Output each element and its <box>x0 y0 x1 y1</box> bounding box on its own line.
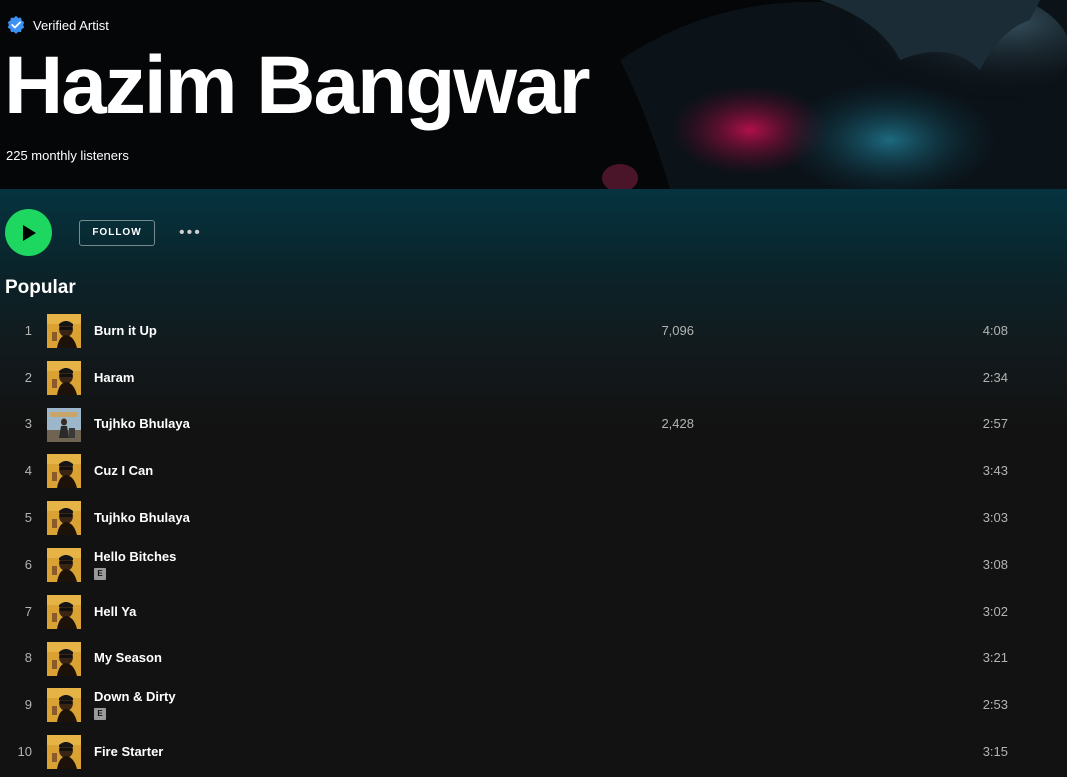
track-title[interactable]: Burn it Up <box>94 323 157 338</box>
track-title-wrap: Tujhko Bhulaya <box>94 401 190 448</box>
track-title[interactable]: Cuz I Can <box>94 463 153 478</box>
monthly-listeners: 225 monthly listeners <box>6 148 129 163</box>
follow-button[interactable]: FOLLOW <box>79 219 155 246</box>
track-duration: 3:08 <box>982 556 1008 572</box>
track-duration: 3:43 <box>982 463 1008 479</box>
track-play-count <box>600 635 694 682</box>
verified-artist-label: Verified Artist <box>33 17 109 33</box>
artist-content: FOLLOW ••• Popular 1 Burn it Up 7,096 4:… <box>0 189 1067 777</box>
track-duration: 4:08 <box>982 322 1008 338</box>
track-title[interactable]: Hello Bitches <box>94 549 176 564</box>
track-album-art <box>47 688 81 723</box>
track-number: 9 <box>24 697 32 713</box>
popular-section-title: Popular <box>5 277 76 298</box>
play-button[interactable] <box>5 209 52 256</box>
track-row[interactable]: 10 Fire Starter 3:15 <box>0 728 1067 775</box>
track-title-wrap: Haram <box>94 354 134 401</box>
track-play-count <box>600 447 694 494</box>
artist-banner-image <box>560 0 1067 189</box>
track-album-art <box>47 735 81 770</box>
track-duration: 3:21 <box>982 650 1008 666</box>
track-album-art <box>47 641 81 676</box>
track-title-wrap: Fire Starter <box>94 728 163 775</box>
more-options-button[interactable]: ••• <box>175 224 206 242</box>
track-play-count <box>600 541 694 588</box>
track-title-wrap: Burn it Up <box>94 307 157 354</box>
track-number: 3 <box>24 416 32 432</box>
play-icon <box>22 224 36 241</box>
action-bar: FOLLOW ••• <box>5 209 206 256</box>
track-number: 6 <box>24 556 32 572</box>
track-title[interactable]: Haram <box>94 370 134 385</box>
track-play-count <box>600 728 694 775</box>
explicit-badge: E <box>94 708 106 721</box>
track-duration: 3:15 <box>982 744 1008 760</box>
track-play-count <box>600 681 694 728</box>
track-number: 5 <box>24 510 32 526</box>
track-album-art <box>47 594 81 629</box>
track-title[interactable]: Tujhko Bhulaya <box>94 510 190 525</box>
track-album-art <box>47 407 81 442</box>
track-play-count <box>600 354 694 401</box>
track-row[interactable]: 3 Tujhko Bhulaya 2,428 2:57 <box>0 401 1067 448</box>
track-row[interactable]: 5 Tujhko Bhulaya 3:03 <box>0 494 1067 541</box>
track-play-count <box>600 588 694 635</box>
track-number: 7 <box>24 603 32 619</box>
track-album-art <box>47 454 81 489</box>
track-row[interactable]: 6 Hello Bitches E 3:08 <box>0 541 1067 588</box>
track-album-art <box>47 314 81 348</box>
track-title-wrap: Down & Dirty E <box>94 681 176 728</box>
track-row[interactable]: 9 Down & Dirty E 2:53 <box>0 681 1067 728</box>
track-title[interactable]: Down & Dirty <box>94 689 176 704</box>
artist-header: Verified Artist Hazim Bangwar 225 monthl… <box>0 0 1067 189</box>
track-number: 1 <box>24 322 32 338</box>
track-row[interactable]: 1 Burn it Up 7,096 4:08 <box>0 307 1067 354</box>
track-row[interactable]: 2 Haram 2:34 <box>0 354 1067 401</box>
track-play-count: 7,096 <box>661 322 694 338</box>
popular-tracklist: 1 Burn it Up 7,096 4:08 2 Haram 2:34 3 T… <box>0 307 1067 775</box>
track-title[interactable]: My Season <box>94 650 162 665</box>
track-duration: 2:57 <box>982 416 1008 432</box>
track-duration: 3:02 <box>982 603 1008 619</box>
track-duration: 2:53 <box>982 697 1008 713</box>
track-play-count: 2,428 <box>661 416 694 432</box>
track-number: 10 <box>17 744 32 760</box>
track-title-wrap: Tujhko Bhulaya <box>94 494 190 541</box>
track-number: 4 <box>24 463 32 479</box>
track-row[interactable]: 8 My Season 3:21 <box>0 635 1067 682</box>
track-play-count <box>600 494 694 541</box>
track-number: 2 <box>24 369 32 385</box>
verified-check-icon <box>7 15 25 34</box>
track-duration: 2:34 <box>982 369 1008 385</box>
track-row[interactable]: 4 Cuz I Can 3:43 <box>0 447 1067 494</box>
track-title[interactable]: Fire Starter <box>94 744 163 759</box>
explicit-badge: E <box>94 567 106 580</box>
track-title-wrap: Hello Bitches E <box>94 541 176 588</box>
track-title-wrap: Hell Ya <box>94 588 136 635</box>
verified-artist-badge: Verified Artist <box>6 15 109 35</box>
track-duration: 3:03 <box>982 510 1008 526</box>
track-title-wrap: My Season <box>94 635 162 682</box>
track-title[interactable]: Tujhko Bhulaya <box>94 416 190 431</box>
track-album-art <box>47 360 81 395</box>
artist-name: Hazim Bangwar <box>4 40 591 131</box>
track-row[interactable]: 7 Hell Ya 3:02 <box>0 588 1067 635</box>
track-title-wrap: Cuz I Can <box>94 447 153 494</box>
track-album-art <box>47 547 81 582</box>
track-number: 8 <box>24 650 32 666</box>
track-album-art <box>47 501 81 536</box>
track-title[interactable]: Hell Ya <box>94 604 136 619</box>
